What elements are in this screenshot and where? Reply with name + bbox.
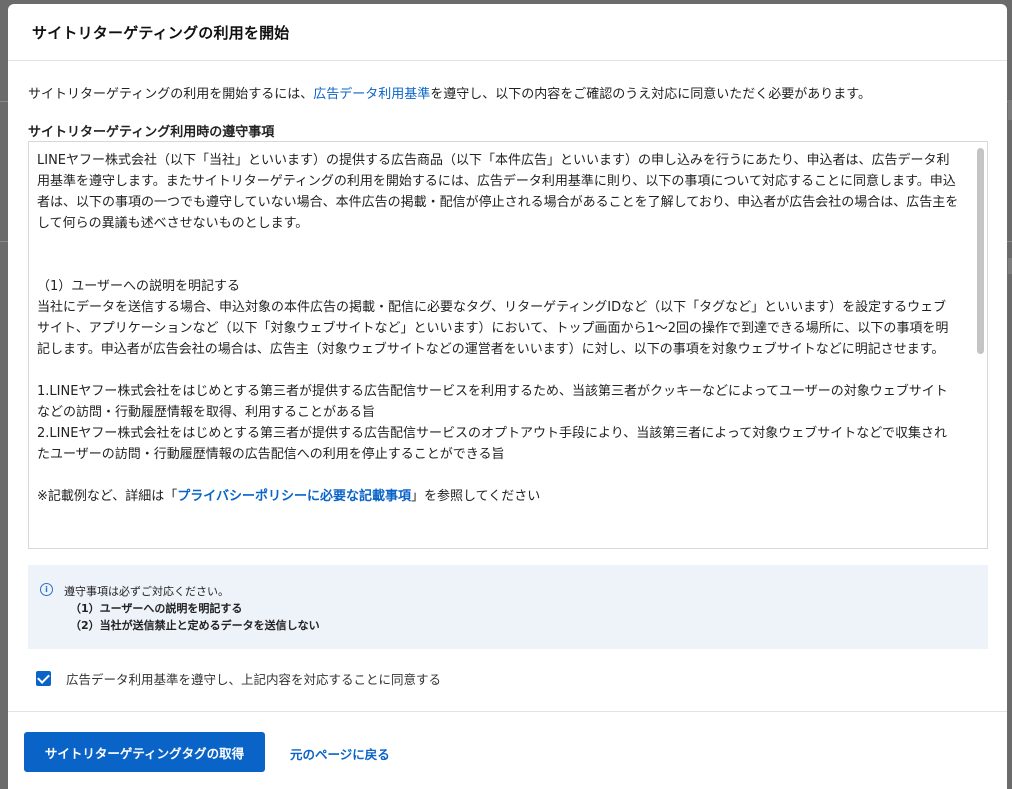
retargeting-consent-modal: サイトリターゲティングの利用を開始 サイトリターゲティングの利用を開始するには、… — [8, 4, 1007, 789]
agreement-row[interactable]: 広告データ利用基準を遵守し、上記内容を対応することに同意する — [36, 669, 441, 688]
terms-paragraph: 当社にデータを送信する場合、申込対象の本件広告の掲載・配信に必要なタグ、リターゲ… — [37, 300, 949, 357]
notice-text: 遵守事項は必ずご対応ください。 （1）ユーザーへの説明を明記する （2）当社が送… — [64, 583, 320, 634]
ad-data-policy-link[interactable]: 広告データ利用基準 — [313, 87, 430, 102]
intro-text-before: サイトリターゲティングの利用を開始するには、 — [28, 87, 314, 102]
intro-text-after: を遵守し、以下の内容をご確認のうえ対応に同意いただく必要があります。 — [430, 87, 871, 102]
agreement-label[interactable]: 広告データ利用基準を遵守し、上記内容を対応することに同意する — [66, 669, 441, 688]
intro-text: サイトリターゲティングの利用を開始するには、広告データ利用基準を遵守し、以下の内… — [28, 83, 871, 102]
notice-item: （2）当社が送信禁止と定めるデータを送信しない — [70, 619, 320, 632]
terms-scrollbar-thumb[interactable] — [977, 148, 984, 354]
terms-section-title: サイトリターゲティング利用時の遵守事項 — [28, 125, 275, 140]
get-retargeting-tag-button[interactable]: サイトリターゲティングタグの取得 — [24, 732, 265, 772]
agreement-checkbox[interactable] — [36, 671, 51, 686]
notice-item: （1）ユーザーへの説明を明記する — [70, 602, 243, 615]
terms-note-before: ※記載例など、詳細は「 — [37, 489, 178, 504]
modal-header: サイトリターゲティングの利用を開始 — [8, 4, 1007, 61]
terms-note: ※記載例など、詳細は「プライバシーポリシーに必要な記載事項」を参照してください — [37, 486, 959, 507]
terms-heading: （1）ユーザーへの説明を明記する — [37, 279, 241, 294]
terms-note-after: 」を参照してください — [411, 489, 541, 504]
background-edge-element — [1008, 100, 1012, 120]
terms-list-item: 1.LINEヤフー株式会社をはじめとする第三者が提供する広告配信サービスを利用す… — [37, 384, 948, 420]
info-icon: i — [40, 583, 53, 596]
terms-paragraph: LINEヤフー株式会社（以下「当社」といいます）の提供する広告商品（以下「本件広… — [37, 153, 959, 231]
terms-scrollbar[interactable] — [973, 142, 987, 548]
notice-line: 遵守事項は必ずご対応ください。 — [64, 585, 229, 598]
background-edge-element — [1008, 258, 1012, 274]
privacy-policy-requirements-link[interactable]: プライバシーポリシーに必要な記載事項 — [177, 489, 411, 504]
terms-scroll-box[interactable]: LINEヤフー株式会社（以下「当社」といいます）の提供する広告商品（以下「本件広… — [28, 141, 988, 549]
back-to-previous-page-link[interactable]: 元のページに戻る — [290, 744, 390, 763]
terms-content: LINEヤフー株式会社（以下「当社」といいます）の提供する広告商品（以下「本件広… — [29, 142, 987, 507]
modal-footer: サイトリターゲティングタグの取得 元のページに戻る — [8, 711, 1007, 789]
terms-list-item: 2.LINEヤフー株式会社をはじめとする第三者が提供する広告配信サービスのオプト… — [37, 426, 947, 462]
compliance-notice: i 遵守事項は必ずご対応ください。 （1）ユーザーへの説明を明記する （2）当社… — [28, 565, 988, 649]
modal-title: サイトリターゲティングの利用を開始 — [32, 24, 290, 42]
